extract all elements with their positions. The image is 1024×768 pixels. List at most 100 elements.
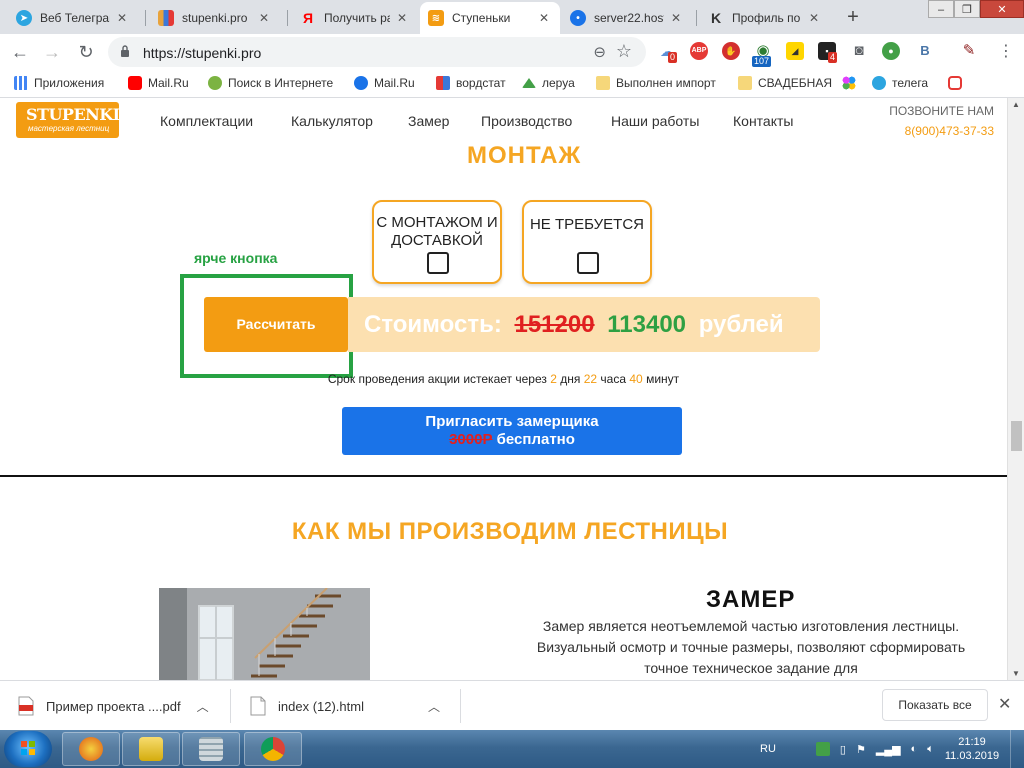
promo-minutes-label: минут <box>646 372 680 386</box>
scrollbar-thumb[interactable] <box>1011 421 1022 451</box>
language-indicator[interactable]: RU <box>760 743 776 755</box>
forward-arrow-icon[interactable]: → <box>40 40 64 64</box>
bookmark-apps[interactable]: Приложения <box>14 76 104 90</box>
download-item-pdf[interactable]: Пример проекта ....pdf ︿ <box>18 681 209 731</box>
youtube-icon <box>128 76 142 90</box>
page-scrollbar[interactable]: ▲ ▼ <box>1007 98 1024 680</box>
bookmark-folder-wedding[interactable]: СВАДЕБНАЯ <box>738 76 832 90</box>
start-button[interactable] <box>4 731 52 767</box>
telegram-icon <box>872 76 886 90</box>
cost-display: Стоимость: 151200 113400 рублей <box>348 297 820 352</box>
tab-separator <box>145 10 146 26</box>
close-icon[interactable]: ✕ <box>998 694 1011 714</box>
option-checkbox[interactable] <box>577 252 599 274</box>
nav-item-kontakty[interactable]: Контакты <box>733 113 793 129</box>
tab-server22[interactable]: • server22.host ✕ <box>562 2 692 34</box>
reload-icon[interactable]: ↻ <box>74 40 98 64</box>
address-bar[interactable]: https://stupenki.pro ⊖ ☆ <box>108 37 646 67</box>
close-icon[interactable]: ✕ <box>806 11 822 25</box>
option-not-required[interactable]: НЕ ТРЕБУЕТСЯ <box>522 200 652 284</box>
tray-flag-icon[interactable]: ⚑ <box>856 743 866 756</box>
bookmark-leroy[interactable]: леруа <box>522 76 575 90</box>
adblock-icon[interactable]: ✋ <box>722 42 740 60</box>
close-icon[interactable]: ✕ <box>256 11 272 25</box>
tray-device-icon[interactable]: ▯ <box>840 743 846 756</box>
volume-icon[interactable]: 🔈︎ <box>927 743 934 756</box>
bookmark-folder-import[interactable]: Выполнен импорт <box>596 76 716 90</box>
bookmark-telega[interactable]: телега <box>872 76 928 90</box>
scroll-up-arrow-icon[interactable]: ▲ <box>1012 100 1020 109</box>
page-viewport: STUPENKI.PRO мастерская лестниц Комплект… <box>0 98 1024 680</box>
new-price: 113400 <box>607 311 687 338</box>
tab-label: Ступеньки <box>452 11 511 25</box>
tab-label: Веб Телеграм <box>40 11 110 25</box>
taskbar-clock[interactable]: 21:19 11.03.2019 <box>944 735 1000 763</box>
download-filename: Пример проекта ....pdf <box>46 698 181 714</box>
taskbar-chrome[interactable] <box>244 732 302 766</box>
bookmark-mailru-2[interactable]: Mail.Ru <box>354 76 415 90</box>
nav-item-zamer[interactable]: Замер <box>408 113 449 129</box>
scroll-down-arrow-icon[interactable]: ▼ <box>1012 669 1020 678</box>
nav-item-nashi-raboty[interactable]: Наши работы <box>611 113 699 129</box>
mailru-icon <box>354 76 368 90</box>
show-desktop-button[interactable] <box>1010 730 1024 768</box>
nav-item-kalkulyator[interactable]: Калькулятор <box>291 113 373 129</box>
tab-profile[interactable]: K Профиль по ✕ <box>700 2 830 34</box>
price-unit: рублей <box>698 311 784 338</box>
bookmark-colorful[interactable] <box>842 76 862 90</box>
close-icon[interactable]: ✕ <box>536 11 552 25</box>
camera-icon[interactable]: ◙ <box>850 42 868 60</box>
tab-stupenki-pro[interactable]: stupenki.pro ✕ <box>150 2 280 34</box>
bookmark-star-icon[interactable]: ☆ <box>616 41 632 62</box>
url-text[interactable]: https://stupenki.pro <box>143 45 261 61</box>
tool-ext-icon[interactable]: ✎ <box>960 42 978 60</box>
minimize-button[interactable]: – <box>928 0 954 18</box>
chevron-up-icon[interactable]: ︿ <box>428 698 440 715</box>
chevron-up-icon[interactable]: ︿ <box>197 698 209 715</box>
tray-display-icon[interactable]: ◐ <box>911 743 918 755</box>
invite-line2: 3000Р бесплатно <box>342 431 682 449</box>
close-icon[interactable]: ✕ <box>394 11 410 25</box>
show-all-downloads-button[interactable]: Показать все <box>882 689 988 721</box>
back-arrow-icon[interactable]: ← <box>8 40 32 64</box>
bookmark-glasses[interactable] <box>948 76 968 90</box>
yandex-ext-icon[interactable]: ◢ <box>786 42 804 60</box>
option-with-installation[interactable]: С МОНТАЖОМ И ДОСТАВКОЙ <box>372 200 502 284</box>
tray-green-icon[interactable] <box>815 742 830 756</box>
cost-label: Стоимость: <box>364 311 502 338</box>
staircase-illustration <box>159 588 370 680</box>
clock-date: 11.03.2019 <box>944 750 1000 762</box>
download-item-html[interactable]: index (12).html ︿ <box>250 681 440 731</box>
maximize-button[interactable]: ❐ <box>954 0 980 18</box>
bookmark-mailru-1[interactable]: Mail.Ru <box>128 76 189 90</box>
network-signal-icon[interactable]: ▂▄▆ <box>876 743 901 756</box>
close-icon[interactable]: ✕ <box>668 11 684 25</box>
menu-dots-icon[interactable]: ⋮ <box>994 40 1018 64</box>
site-logo[interactable]: STUPENKI.PRO мастерская лестниц <box>16 102 163 138</box>
taskbar-explorer[interactable] <box>122 732 180 766</box>
taskbar-paint[interactable] <box>62 732 120 766</box>
explorer-app-icon <box>139 737 163 761</box>
promo-countdown: Срок проведения акции истекает через 2 д… <box>0 372 1007 386</box>
nav-item-proizvodstvo[interactable]: Производство <box>481 113 572 129</box>
zoom-icon[interactable]: ⊖ <box>593 43 606 61</box>
option-checkbox[interactable] <box>427 252 449 274</box>
tab-stupenki[interactable]: ≋ Ступеньки ✕ <box>420 2 560 34</box>
tab-label: stupenki.pro <box>182 11 248 25</box>
adblock-plus-icon[interactable]: ABP <box>690 42 708 60</box>
close-icon[interactable]: ✕ <box>114 11 130 25</box>
nav-item-komplektacii[interactable]: Комплектации <box>160 113 253 129</box>
bookmark-search[interactable]: Поиск в Интернете <box>208 76 333 90</box>
vk-icon[interactable]: B <box>916 42 934 60</box>
bookmark-wordstat[interactable]: вордстат <box>436 76 506 90</box>
green-ext-icon[interactable]: ● <box>882 42 900 60</box>
taskbar-calculator[interactable] <box>182 732 240 766</box>
invite-measurer-button[interactable]: Пригласить замерщика 3000Р бесплатно <box>342 407 682 455</box>
phone-number[interactable]: 8(900)473-37-33 <box>905 124 994 138</box>
close-window-button[interactable]: ✕ <box>980 0 1024 18</box>
calculate-button[interactable]: Рассчитать <box>204 297 348 352</box>
tab-yandex[interactable]: Я Получить рас ✕ <box>292 2 418 34</box>
new-tab-button[interactable]: + <box>841 6 865 30</box>
promo-hours-label: часа <box>600 372 627 386</box>
tab-telegram[interactable]: ➤ Веб Телеграм ✕ <box>8 2 138 34</box>
